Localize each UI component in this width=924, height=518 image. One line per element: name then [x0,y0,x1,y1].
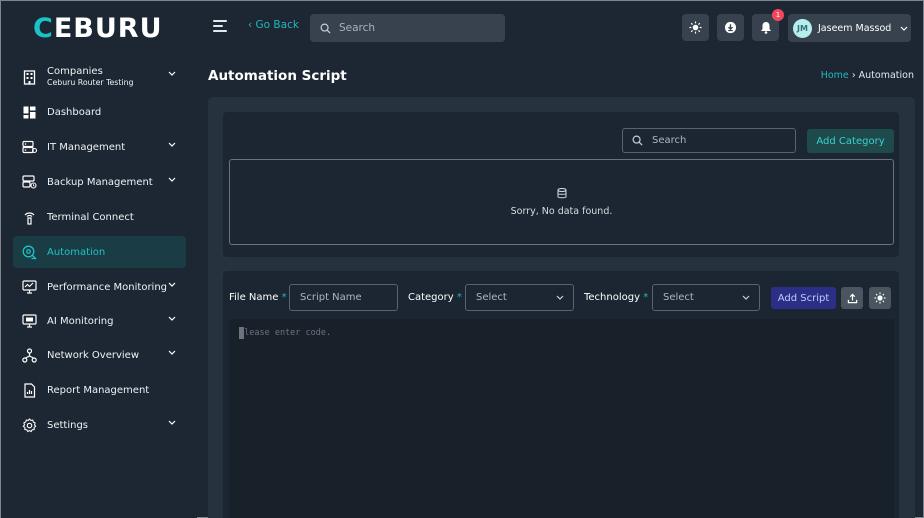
menu-toggle-icon[interactable] [213,20,227,32]
sidebar-item-label: AI Monitoring [47,315,114,327]
file-name-label: File Name * [229,292,287,303]
breadcrumb: Home › Automation [821,70,914,81]
technology-label-text: Technology [584,292,641,303]
user-menu[interactable]: JM Jaseem Massod [788,14,911,42]
sidebar-item-settings[interactable]: Settings [13,409,186,441]
chevron-down-icon [168,350,176,355]
category-label-text: Category [408,292,454,303]
ai-monitor-icon [21,313,37,329]
editor-theme-button[interactable] [869,287,891,309]
notification-badge: 1 [772,9,784,21]
dashboard-icon [21,104,37,120]
monitor-icon [21,279,37,295]
avatar: JM [793,18,812,38]
report-icon [21,382,37,398]
category-search-bar[interactable] [622,128,796,153]
editor-placeholder: Please enter code. [239,328,332,338]
chevron-down-icon [168,282,176,287]
database-icon [557,188,567,199]
sidebar-item-network-overview[interactable]: Network Overview [13,339,186,371]
add-category-button[interactable]: Add Category [807,129,894,153]
sidebar-item-ai-monitoring[interactable]: AI Monitoring [13,305,186,337]
chevron-down-icon [168,177,176,182]
technology-select[interactable]: Select [652,284,760,311]
company-name: Ceburu Router Testing [47,78,134,88]
server-icon [21,139,37,155]
automation-icon [21,244,37,260]
chevron-down-icon [742,295,750,300]
add-script-button[interactable]: Add Script [771,287,836,309]
bell-icon [760,22,771,34]
theme-toggle-button[interactable] [682,14,709,41]
breadcrumb-home-link[interactable]: Home [821,70,849,81]
upload-icon [847,293,857,303]
sidebar-item-label: Settings [47,419,89,431]
script-name-input[interactable] [289,284,398,311]
upload-button[interactable] [841,287,863,309]
notifications-button[interactable]: 1 [752,9,784,41]
empty-message: Sorry, No data found. [510,206,613,217]
sidebar-item-dashboard[interactable]: Dashboard [13,96,186,128]
backup-icon [21,174,37,190]
chevron-down-icon [168,420,176,425]
required-mark: * [643,292,649,303]
required-mark: * [456,292,462,303]
search-icon [632,135,643,146]
sidebar-item-label: Terminal Connect [47,211,134,223]
sidebar-item-label: Backup Management [47,176,153,188]
user-name: Jaseem Massod [818,22,892,34]
building-icon [21,69,37,85]
category-search-input[interactable] [652,135,782,146]
sun-icon [689,21,702,34]
top-search-bar[interactable] [310,14,505,42]
sidebar-item-label: Report Management [47,384,150,396]
chevron-down-icon [168,71,176,76]
code-editor[interactable]: Please enter code. [229,319,894,518]
required-mark: * [281,292,287,303]
breadcrumb-current: Automation [858,70,914,81]
network-icon [21,347,37,363]
chevron-down-icon [900,26,908,31]
category-label: Category * [408,292,462,303]
category-select-value: Select [476,292,507,303]
sidebar-item-it-management[interactable]: IT Management [13,131,186,163]
sidebar-item-label: Automation [47,246,106,258]
sidebar-item-companies[interactable]: Companies Ceburu Router Testing [13,60,186,94]
category-empty-state: Sorry, No data found. [229,159,894,245]
page-title: Automation Script [208,68,347,84]
sidebar-item-backup-management[interactable]: Backup Management [13,166,186,198]
top-bar: CEBURU ‹ Go Back 1 JM Jaseem Massod [1,1,923,55]
search-icon [320,23,331,34]
chevron-down-icon [168,142,176,147]
gear-icon [21,417,37,433]
sidebar-item-automation[interactable]: Automation [13,236,186,268]
category-select[interactable]: Select [465,284,574,311]
top-search-input[interactable] [339,22,489,34]
sidebar-item-terminal-connect[interactable]: Terminal Connect [13,201,186,233]
download-icon [724,21,737,34]
download-button[interactable] [717,14,744,41]
chevron-down-icon [556,295,564,300]
terminal-icon [21,209,37,225]
technology-select-value: Select [663,292,694,303]
file-name-label-text: File Name [229,292,279,303]
breadcrumb-separator: › [851,70,856,81]
sun-icon [874,292,886,304]
sidebar-item-label: IT Management [47,141,126,153]
chevron-down-icon [168,316,176,321]
app-logo[interactable]: CEBURU [33,13,163,44]
sidebar-item-label: Performance Monitoring [47,281,168,293]
technology-label: Technology * [584,292,648,303]
company-label: Companies [47,66,103,78]
sidebar-item-report-management[interactable]: Report Management [13,374,186,406]
sidebar-item-label: Dashboard [47,106,102,118]
sidebar-item-label: Network Overview [47,349,140,361]
go-back-link[interactable]: ‹ Go Back [248,19,299,31]
sidebar-item-performance-monitoring[interactable]: Performance Monitoring [13,271,186,303]
